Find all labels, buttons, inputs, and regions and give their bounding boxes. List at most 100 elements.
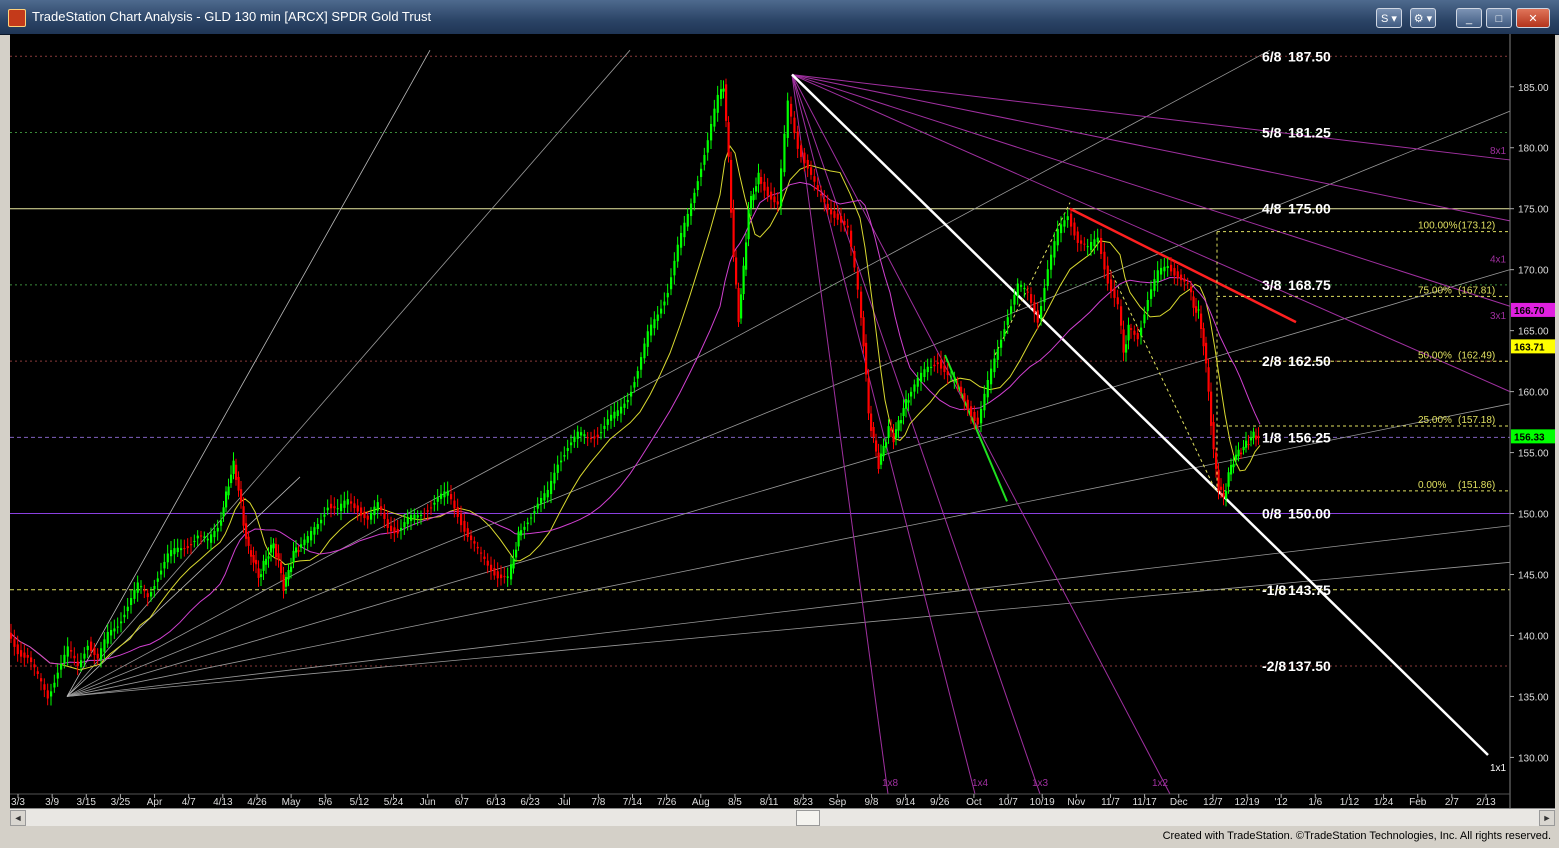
date-tick-label: 4/26 [247,797,267,808]
date-tick-label: 1/6 [1308,797,1322,808]
price-bar-body [666,292,669,298]
price-bar-body [20,650,23,657]
maximize-button[interactable]: □ [1486,8,1512,28]
price-bar-body [583,434,586,437]
date-tick-label: 12/7 [1203,797,1223,808]
price-bar-body [882,445,885,457]
price-bar-body [900,420,903,424]
price-bar-body [323,514,326,517]
date-tick-label: 4/7 [182,797,196,808]
price-bar-body [113,628,116,632]
price-bar-body [1127,324,1130,341]
gann-fan-line-magenta [791,74,1511,307]
price-bar-body [252,555,255,563]
chart-frame[interactable]: 100.00% (173.12) 75.00% (167.81) 50.00% (162.… [10,34,1555,827]
price-bar-body [292,550,295,563]
scroll-right-button[interactable]: ► [1539,810,1555,826]
price-bar-body [730,159,733,213]
date-tick-label: 7/26 [657,797,677,808]
price-bar-body [146,593,149,598]
murrey-level-label: -2/8 [1262,658,1286,674]
minimize-button[interactable]: _ [1456,8,1482,28]
fib-level-value: (173.12) [1458,221,1495,232]
price-bar-body [16,644,19,655]
price-bar-body [776,201,779,205]
price-bar-body [902,408,905,416]
murrey-level-label: 5/8 [1262,125,1282,141]
scroll-left-button[interactable]: ◄ [10,810,26,826]
price-bar-body [916,377,919,387]
horizontal-scrollbar[interactable]: ◄ ► [10,808,1555,827]
price-bar-body [73,655,76,659]
price-bar-body [833,211,836,218]
price-bar-body [766,186,769,196]
close-button[interactable]: ✕ [1516,8,1550,28]
price-bar-body [1140,327,1143,336]
price-bar-body [1190,286,1193,293]
gann-fan-line-magenta [791,74,976,795]
price-bar-body [553,472,556,484]
price-bar-body [297,550,300,552]
price-bar-body [606,419,609,425]
price-bar-body [1176,271,1179,279]
price-bar-body [1197,309,1200,311]
price-bar-body [735,257,738,285]
price-bar-body [570,442,573,446]
price-bar-body [227,486,230,496]
price-bar-body [523,526,526,530]
price-bar-body [653,319,656,329]
status-bar: Created with TradeStation. ©TradeStation… [0,826,1559,848]
price-bar-body [867,378,870,414]
price-bar-body [60,663,63,670]
price-chart[interactable]: 100.00% (173.12) 75.00% (167.81) 50.00% (162.… [10,34,1555,808]
date-tick-label: Oct [966,797,982,808]
price-bar-body [933,364,936,367]
price-bar-body [330,503,333,509]
murrey-level-label: 6/8 [1262,48,1282,64]
price-bar-body [493,568,496,576]
fib-level-value: (151.86) [1458,480,1495,491]
gann-fan-label: 1x4 [972,778,989,789]
price-bar-body [262,560,265,571]
date-tick-label: 1/12 [1340,797,1360,808]
price-bar-body [1050,254,1053,270]
price-bar-body [373,506,376,516]
gear-icon[interactable]: ⚙ ▾ [1410,8,1436,28]
price-bar-body [86,645,89,651]
price-bar-body [230,474,233,484]
price-bar-body [786,100,789,138]
price-bar-body [1232,464,1235,468]
price-bar-body [116,626,119,628]
price-bar-body [966,399,969,410]
price-bar-body [1146,300,1149,312]
price-bar-body [713,108,716,127]
date-tick-label: 11/7 [1101,797,1120,808]
price-bar-body [796,131,799,149]
murrey-level-label: 1/8 [1262,429,1282,445]
price-bar-body [593,436,596,439]
price-bar-body [210,534,213,543]
price-bar-body [890,428,893,431]
price-bar-body [270,544,273,553]
scroll-thumb[interactable] [796,810,820,826]
price-bar-body [996,348,999,360]
price-bar-body [1250,437,1253,441]
price-bar-body [430,507,433,509]
price-bar-body [1013,294,1016,305]
date-tick-label: Sep [828,797,846,808]
price-bar-body [40,678,43,682]
price-bar-body [563,455,566,457]
price-bar-body [727,122,730,157]
price-tick-label: 140.00 [1518,631,1549,642]
price-bar-body [50,691,53,697]
price-bar-body [386,519,389,528]
price-bar-body [907,400,910,403]
window-menu-button[interactable]: S ▾ [1376,8,1402,28]
price-bar-body [690,203,693,217]
murrey-level-label: 3/8 [1262,277,1282,293]
price-bar-body [865,342,868,375]
price-bar-body [120,621,123,624]
gann-fan-line [66,269,1511,697]
price-bar-body [540,498,543,504]
price-bar-body [336,508,339,510]
